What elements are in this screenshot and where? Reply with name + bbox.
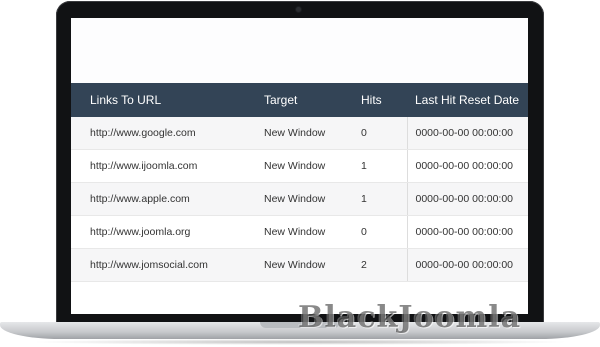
cell-hits: 1 <box>361 182 407 216</box>
laptop-screen: Links To URL Target Hits Last Hit Reset … <box>71 18 528 314</box>
cell-url[interactable]: http://www.jomsocial.com <box>71 248 264 282</box>
camera-icon <box>296 7 301 12</box>
cell-reset-date: 0000-00-00 00:00:00 <box>406 117 528 150</box>
table-row: http://www.apple.com New Window 1 0000-0… <box>71 182 528 216</box>
cell-reset-date: 0000-00-00 00:00:00 <box>406 215 528 249</box>
cell-target: New Window <box>264 149 361 183</box>
table-row: http://www.joomla.org New Window 0 0000-… <box>71 215 528 249</box>
table-row: http://www.ijoomla.com New Window 1 0000… <box>71 149 528 183</box>
column-header-target[interactable]: Target <box>264 83 361 117</box>
cell-hits: 1 <box>361 149 407 183</box>
column-header-url[interactable]: Links To URL <box>71 83 264 117</box>
cell-target: New Window <box>264 215 361 249</box>
cell-url[interactable]: http://www.google.com <box>71 117 264 150</box>
cell-url[interactable]: http://www.joomla.org <box>71 215 264 249</box>
cell-hits: 0 <box>361 117 407 150</box>
cell-url[interactable]: http://www.ijoomla.com <box>71 149 264 183</box>
links-table: Links To URL Target Hits Last Hit Reset … <box>71 83 528 282</box>
cell-target: New Window <box>264 248 361 282</box>
cell-reset-date: 0000-00-00 00:00:00 <box>406 248 528 282</box>
cell-target: New Window <box>264 117 361 150</box>
cell-hits: 0 <box>361 215 407 249</box>
cell-target: New Window <box>264 182 361 216</box>
column-header-hits[interactable]: Hits <box>361 83 407 117</box>
watermark-logo: BlackJoomla <box>298 300 522 335</box>
column-header-reset-date[interactable]: Last Hit Reset Date <box>407 83 528 117</box>
cell-reset-date: 0000-00-00 00:00:00 <box>406 182 528 216</box>
cell-reset-date: 0000-00-00 00:00:00 <box>406 149 528 183</box>
table-row: http://www.google.com New Window 0 0000-… <box>71 117 528 150</box>
cell-hits: 2 <box>361 248 407 282</box>
laptop-shadow <box>30 339 570 345</box>
table-header-row: Links To URL Target Hits Last Hit Reset … <box>71 83 528 117</box>
screen-blank-area <box>71 18 528 83</box>
table-row: http://www.jomsocial.com New Window 2 00… <box>71 248 528 282</box>
cell-url[interactable]: http://www.apple.com <box>71 182 264 216</box>
